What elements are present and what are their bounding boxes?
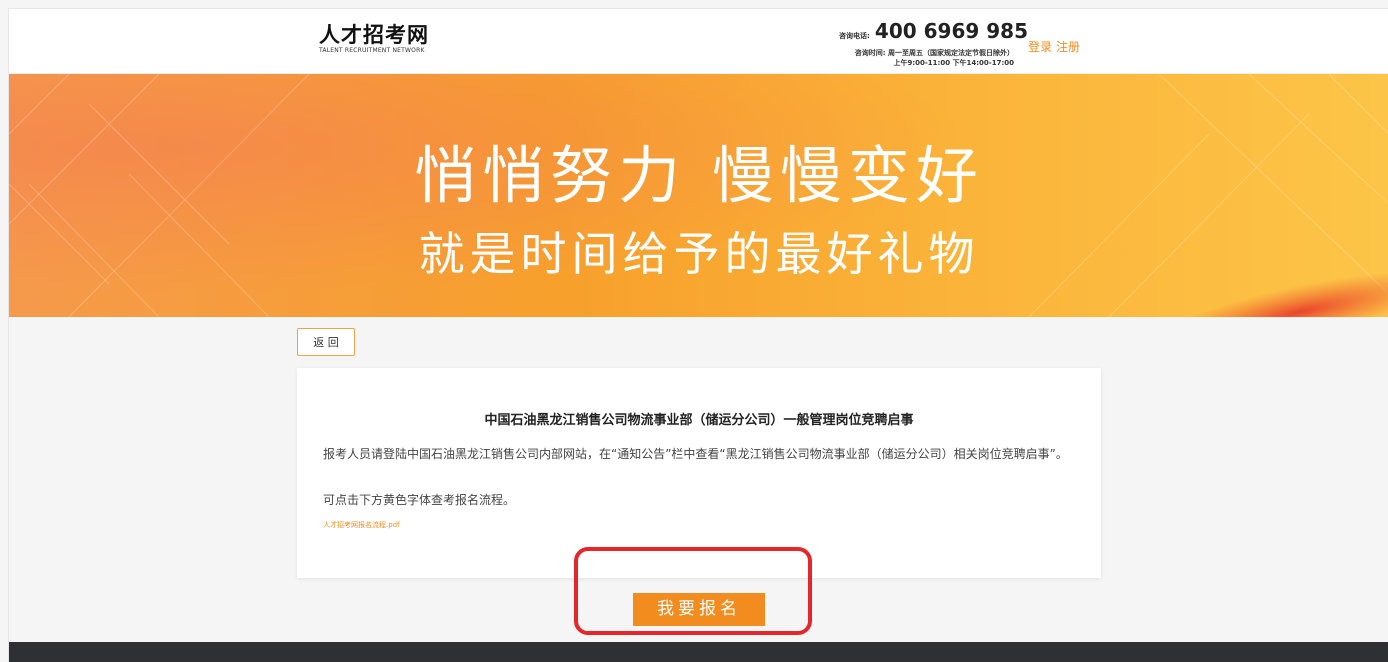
back-button[interactable]: 返 回: [297, 328, 355, 356]
article-card: 中国石油黑龙江销售公司物流事业部（储运分公司）一般管理岗位竞聘启事 报考人员请登…: [297, 368, 1101, 578]
site-logo[interactable]: 人才招考网 TALENT RECRUITMENT NETWORK: [319, 23, 429, 55]
banner-slogan-line1: 悄悄努力 慢慢变好: [414, 139, 984, 212]
contact-info: 咨询电话: 400 6969 985 咨询时间: 周一至周五（国家规定法定节假日…: [839, 19, 1028, 68]
article-paragraph: 报考人员请登陆中国石油黑龙江销售公司内部网站，在“通知公告”栏中查看“黑龙江销售…: [323, 447, 1068, 461]
apply-button[interactable]: 我要报名: [633, 593, 765, 626]
banner-slogan-line2: 就是时间给予的最好礼物: [418, 227, 980, 281]
phone-label: 咨询电话:: [839, 32, 870, 40]
page-frame: 人才招考网 TALENT RECRUITMENT NETWORK 咨询电话: 4…: [8, 8, 1388, 662]
article-note: 可点击下方黄色字体查考报名流程。: [323, 493, 516, 507]
logo-text-cn: 人才招考网: [319, 22, 429, 47]
phone-number: 400 6969 985: [874, 19, 1028, 43]
service-hours-times: 上午9:00-11:00 下午14:00-17:00: [893, 59, 1014, 67]
service-hours-days: 咨询时间: 周一至周五（国家规定法定节假日除外）: [854, 49, 1014, 57]
auth-links: 登录 注册: [1028, 38, 1080, 55]
site-header: 人才招考网 TALENT RECRUITMENT NETWORK 咨询电话: 4…: [9, 9, 1388, 74]
register-link[interactable]: 注册: [1056, 40, 1080, 54]
logo-text-en: TALENT RECRUITMENT NETWORK: [319, 47, 425, 54]
hero-banner: 悄悄努力 慢慢变好 就是时间给予的最好礼物: [9, 74, 1388, 317]
phone-row: 咨询电话: 400 6969 985: [839, 19, 1028, 48]
attachment-link[interactable]: 人才招考网报名流程.pdf: [323, 520, 400, 530]
site-footer: [9, 642, 1388, 662]
article-title: 中国石油黑龙江销售公司物流事业部（储运分公司）一般管理岗位竞聘启事: [484, 413, 914, 428]
login-link[interactable]: 登录: [1028, 40, 1052, 54]
